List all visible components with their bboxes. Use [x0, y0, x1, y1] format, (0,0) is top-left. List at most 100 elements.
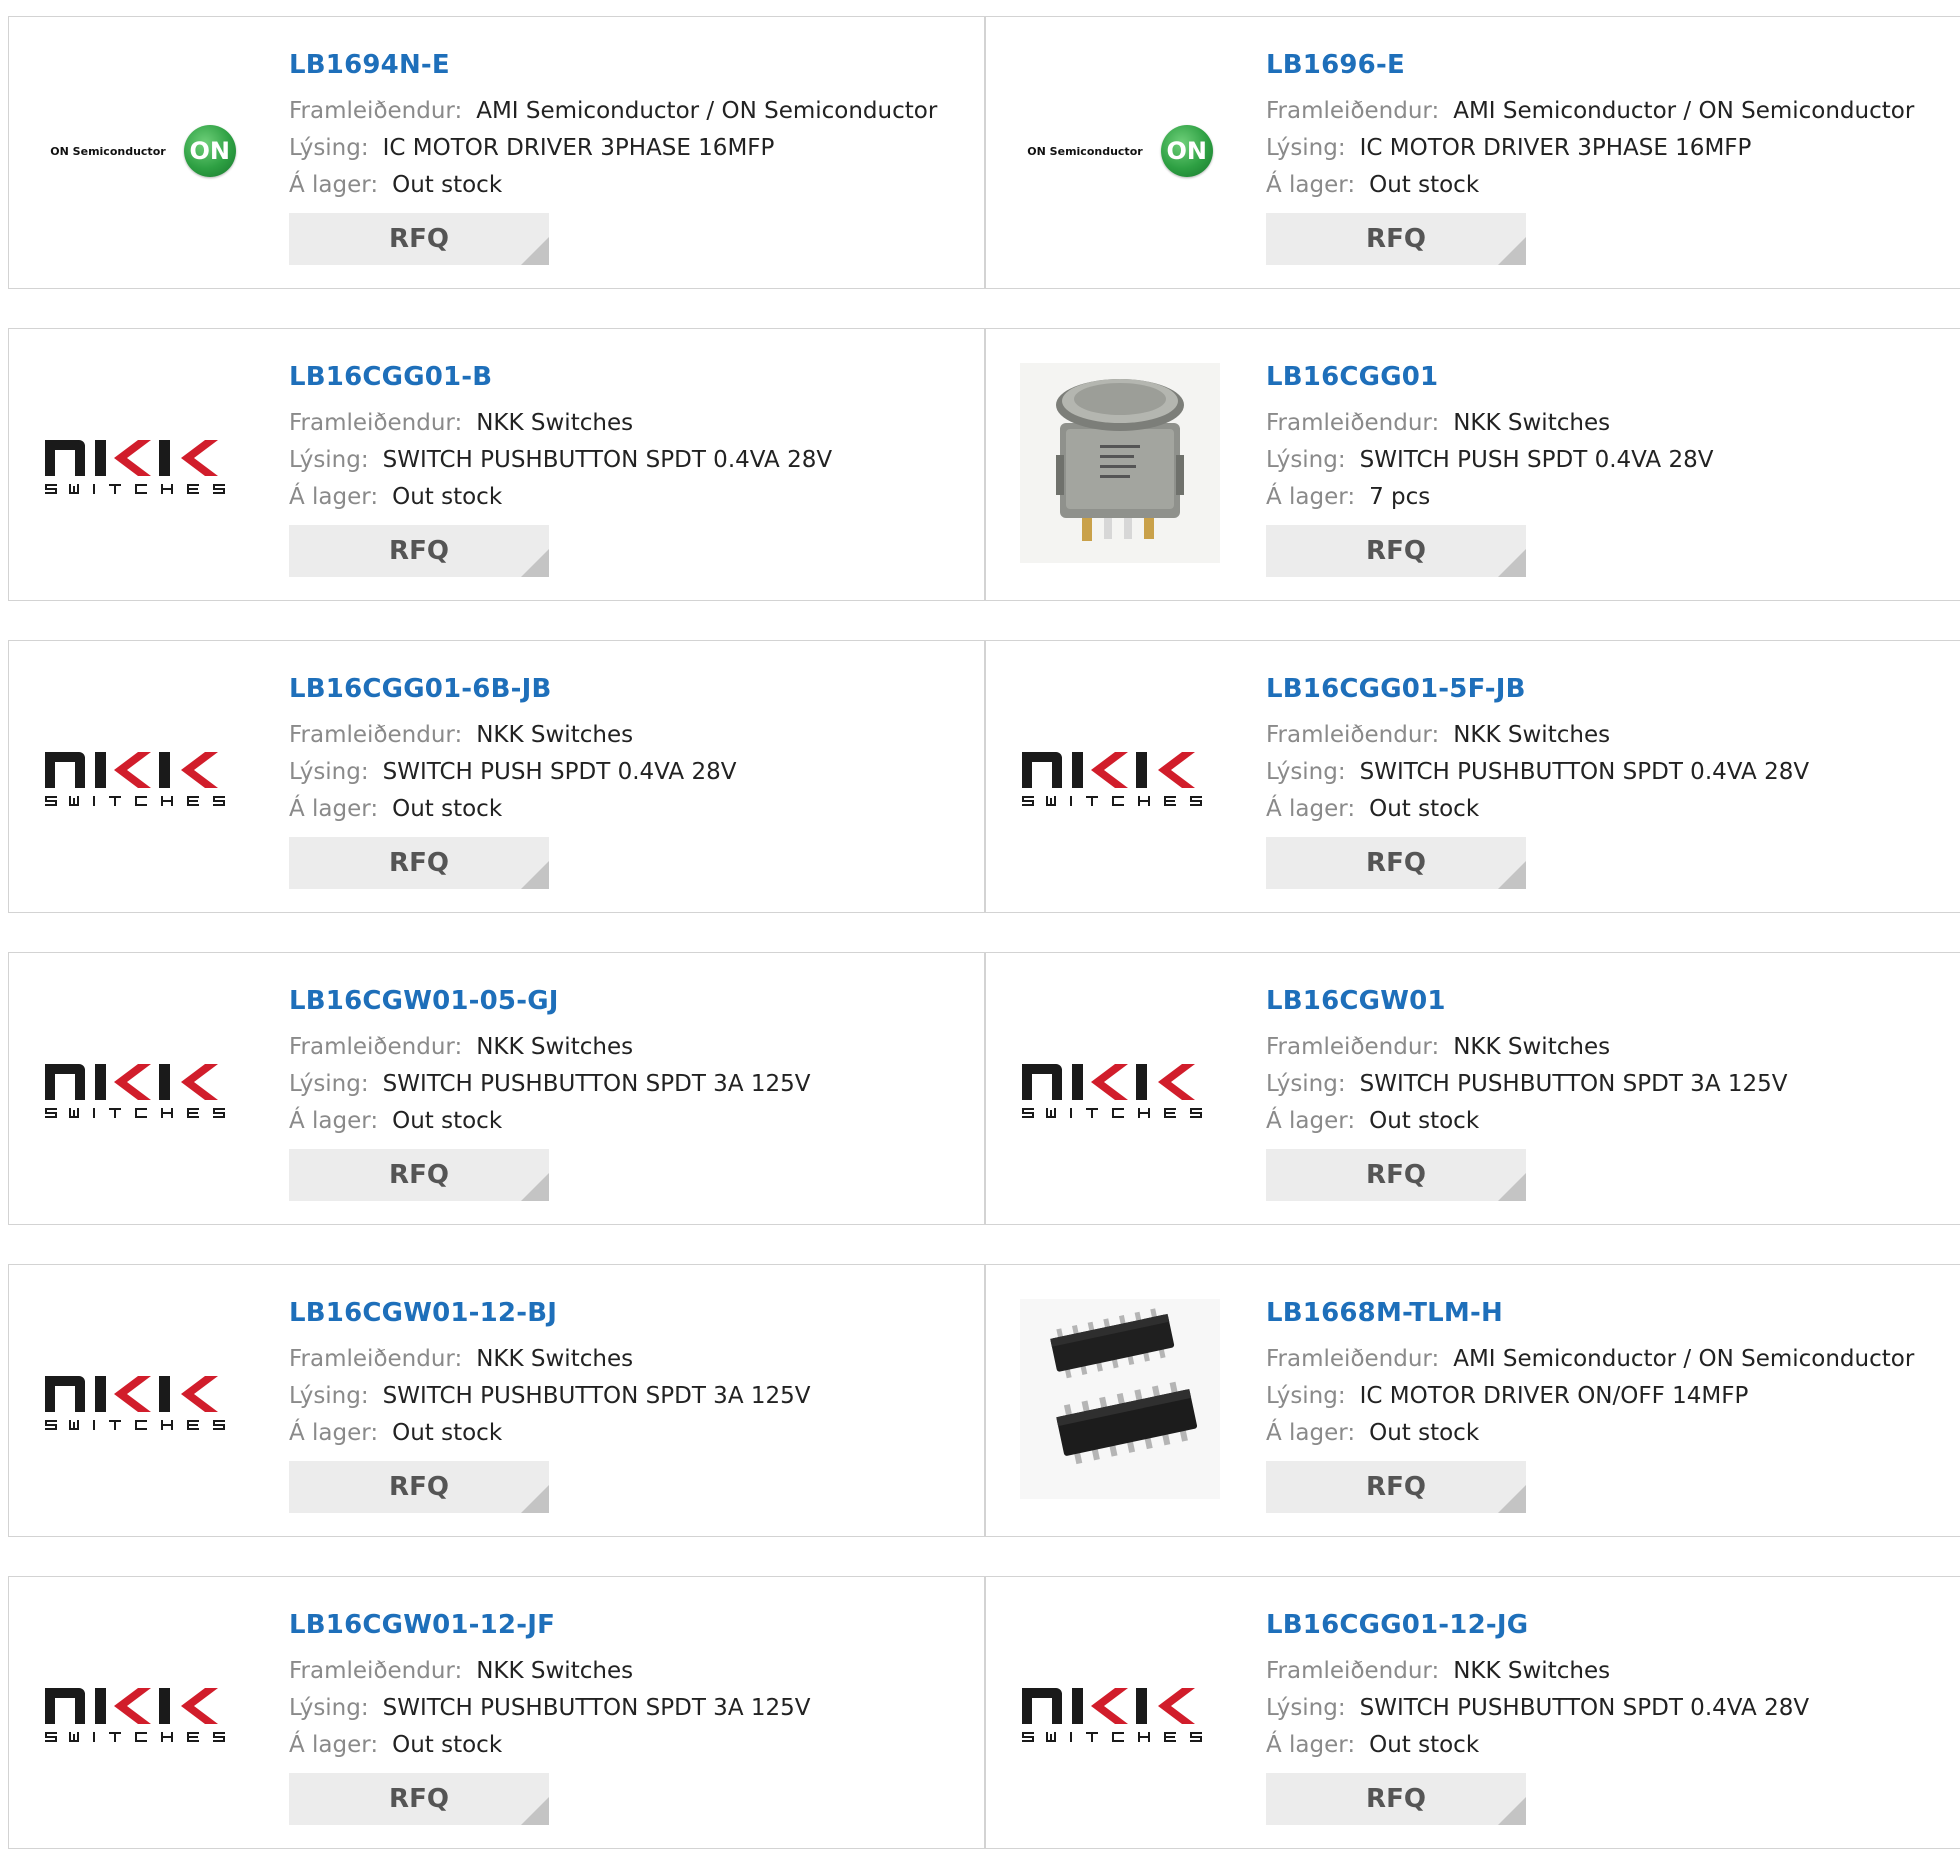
manufacturer-label: Framleiðendur:	[289, 1658, 463, 1684]
on-logo-mark: ON	[1160, 125, 1213, 177]
rfq-button[interactable]: RFQ	[1266, 837, 1526, 889]
rfq-button[interactable]: RFQ	[289, 525, 549, 577]
part-number-link[interactable]: LB16CGG01-5F-JB	[1266, 673, 1809, 705]
manufacturer-value: NKK Switches	[476, 410, 634, 436]
rfq-button-label: RFQ	[389, 1472, 449, 1502]
description-value: SWITCH PUSH SPDT 0.4VA 28V	[1359, 447, 1714, 473]
manufacturer-row: Framleiðendur: NKK Switches	[1266, 1653, 1809, 1690]
stock-row: Á lager: Out stock	[1266, 1103, 1788, 1140]
product-card: LB16CGG01-5F-JB Framleiðendur: NKK Switche…	[985, 640, 1960, 913]
part-number-link[interactable]: LB16CGW01-12-JF	[289, 1609, 811, 1641]
corner-fold-icon	[1498, 1485, 1526, 1513]
part-number-link[interactable]: LB16CGW01-05-GJ	[289, 985, 811, 1017]
corner-fold-icon	[521, 1173, 549, 1201]
product-thumbnail[interactable]	[43, 987, 243, 1187]
product-thumbnail[interactable]	[1020, 1299, 1220, 1499]
part-number-link[interactable]: LB16CGW01	[1266, 985, 1788, 1017]
rfq-button-label: RFQ	[1366, 1784, 1426, 1814]
rfq-button[interactable]: RFQ	[289, 1773, 549, 1825]
description-value: SWITCH PUSH SPDT 0.4VA 28V	[382, 759, 737, 785]
stock-row: Á lager: Out stock	[289, 167, 937, 204]
manufacturer-row: Framleiðendur: NKK Switches	[289, 405, 832, 442]
corner-fold-icon	[521, 861, 549, 889]
product-thumbnail[interactable]	[1020, 675, 1220, 875]
description-row: Lýsing: SWITCH PUSHBUTTON SPDT 3A 125V	[289, 1066, 811, 1103]
part-number-link[interactable]: LB1694N-E	[289, 49, 937, 81]
part-number-link[interactable]: LB16CGG01-12-JG	[1266, 1609, 1809, 1641]
part-number-link[interactable]: LB16CGG01	[1266, 361, 1713, 393]
description-value: SWITCH PUSHBUTTON SPDT 0.4VA 28V	[1359, 1695, 1810, 1721]
product-thumbnail[interactable]	[43, 363, 243, 563]
rfq-button[interactable]: RFQ	[1266, 213, 1526, 265]
rfq-button[interactable]: RFQ	[289, 213, 549, 265]
stock-row: Á lager: Out stock	[1266, 791, 1809, 828]
product-card: LB1668M-TLM-H Framleiðendur: AMI Semicondu…	[985, 1264, 1960, 1537]
manufacturer-row: Framleiðendur: NKK Switches	[1266, 405, 1713, 442]
rfq-button[interactable]: RFQ	[1266, 525, 1526, 577]
part-number-link[interactable]: LB1696-E	[1266, 49, 1914, 81]
stock-label: Á lager:	[1266, 172, 1356, 198]
part-number-link[interactable]: LB1668M-TLM-H	[1266, 1297, 1914, 1329]
stock-label: Á lager:	[289, 484, 379, 510]
product-thumbnail[interactable]: ON Semiconductor ON	[1020, 51, 1220, 251]
rfq-button[interactable]: RFQ	[1266, 1773, 1526, 1825]
rfq-button-label: RFQ	[389, 1784, 449, 1814]
product-thumbnail[interactable]: ON Semiconductor ON	[43, 51, 243, 251]
on-semiconductor-logo: ON Semiconductor ON	[1027, 125, 1213, 177]
part-number-link[interactable]: LB16CGW01-12-BJ	[289, 1297, 811, 1329]
stock-row: Á lager: Out stock	[289, 479, 832, 516]
corner-fold-icon	[1498, 237, 1526, 265]
stock-row: Á lager: Out stock	[1266, 1727, 1809, 1764]
nkk-switches-logo	[1022, 752, 1202, 806]
product-info: LB16CGW01-05-GJ Framleiðendur: NKK Switche…	[289, 985, 811, 1201]
description-value: SWITCH PUSHBUTTON SPDT 3A 125V	[382, 1071, 811, 1097]
stock-row: Á lager: Out stock	[289, 1103, 811, 1140]
rfq-button-label: RFQ	[1366, 224, 1426, 254]
rfq-button[interactable]: RFQ	[289, 1149, 549, 1201]
manufacturer-row: Framleiðendur: NKK Switches	[289, 717, 736, 754]
description-value: IC MOTOR DRIVER 3PHASE 16MFP	[1359, 135, 1752, 161]
description-label: Lýsing:	[1266, 1695, 1346, 1721]
product-info: LB1694N-E Framleiðendur: AMI Semiconductor…	[289, 49, 937, 265]
product-thumbnail[interactable]	[1020, 1611, 1220, 1811]
rfq-button-label: RFQ	[1366, 1160, 1426, 1190]
nkk-switches-logo	[45, 440, 225, 494]
corner-fold-icon	[1498, 861, 1526, 889]
product-card: LB16CGW01-12-BJ Framleiðendur: NKK Switche…	[8, 1264, 985, 1537]
manufacturer-row: Framleiðendur: NKK Switches	[1266, 1029, 1788, 1066]
description-label: Lýsing:	[289, 135, 369, 161]
corner-fold-icon	[1498, 1173, 1526, 1201]
manufacturer-value: NKK Switches	[476, 1346, 634, 1372]
product-thumbnail[interactable]	[1020, 987, 1220, 1187]
product-thumbnail[interactable]	[43, 675, 243, 875]
description-row: Lýsing: SWITCH PUSHBUTTON SPDT 0.4VA 28V	[1266, 754, 1809, 791]
product-thumbnail[interactable]	[43, 1299, 243, 1499]
product-thumbnail[interactable]	[1020, 363, 1220, 563]
rfq-button-label: RFQ	[389, 224, 449, 254]
rfq-button[interactable]: RFQ	[1266, 1149, 1526, 1201]
description-label: Lýsing:	[289, 447, 369, 473]
stock-value: Out stock	[1369, 796, 1480, 822]
stock-label: Á lager:	[1266, 1108, 1356, 1134]
description-value: IC MOTOR DRIVER ON/OFF 14MFP	[1359, 1383, 1749, 1409]
manufacturer-label: Framleiðendur:	[289, 1346, 463, 1372]
on-logo-mark: ON	[183, 125, 236, 177]
ic-chip-image	[1020, 1299, 1220, 1499]
manufacturer-value: NKK Switches	[1453, 410, 1611, 436]
part-number-link[interactable]: LB16CGG01-B	[289, 361, 832, 393]
description-value: SWITCH PUSHBUTTON SPDT 3A 125V	[382, 1695, 811, 1721]
stock-label: Á lager:	[289, 1420, 379, 1446]
rfq-button[interactable]: RFQ	[289, 1461, 549, 1513]
nkk-switches-logo	[1022, 1688, 1202, 1742]
stock-value: Out stock	[1369, 1420, 1480, 1446]
rfq-button[interactable]: RFQ	[1266, 1461, 1526, 1513]
stock-label: Á lager:	[289, 796, 379, 822]
description-row: Lýsing: SWITCH PUSH SPDT 0.4VA 28V	[1266, 442, 1713, 479]
part-number-link[interactable]: LB16CGG01-6B-JB	[289, 673, 736, 705]
product-thumbnail[interactable]	[43, 1611, 243, 1811]
corner-fold-icon	[521, 1485, 549, 1513]
stock-label: Á lager:	[1266, 484, 1356, 510]
rfq-button[interactable]: RFQ	[289, 837, 549, 889]
manufacturer-label: Framleiðendur:	[289, 722, 463, 748]
product-info: LB16CGW01 Framleiðendur: NKK Switches Lýsin…	[1266, 985, 1788, 1201]
